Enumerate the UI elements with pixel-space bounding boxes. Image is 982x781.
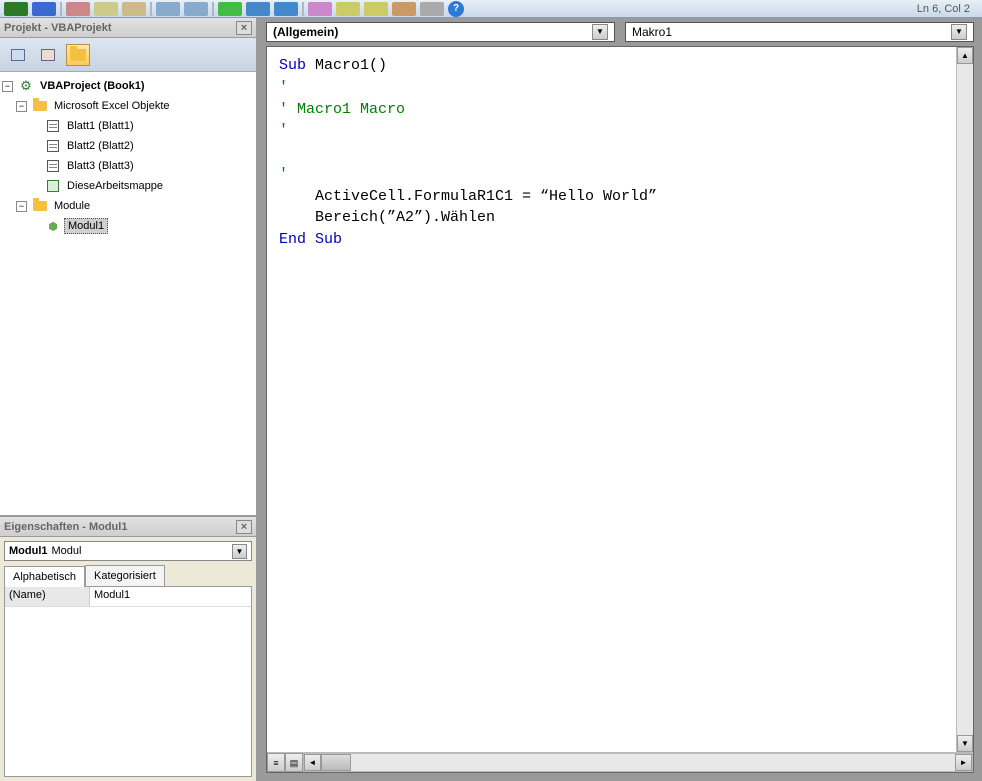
tree-folder-modules[interactable]: − Module	[2, 196, 254, 216]
redo-icon[interactable]	[184, 2, 208, 16]
tree-sheet[interactable]: Blatt1 (Blatt1)	[2, 116, 254, 136]
procedure-combo[interactable]: Makro1 ▼	[625, 22, 974, 42]
props-pane-title: Eigenschaften - Modul1 ×	[0, 517, 256, 537]
run-icon[interactable]	[218, 2, 242, 16]
main-toolbar: ? Ln 6, Col 2	[0, 0, 982, 18]
save-icon[interactable]	[32, 2, 56, 16]
view-object-button[interactable]	[36, 44, 60, 66]
copy-icon[interactable]	[94, 2, 118, 16]
props-object-type: Modul	[52, 545, 82, 557]
props-grid[interactable]: (Name) Modul1	[4, 586, 252, 777]
tree-sheet-label: Blatt3 (Blatt3)	[64, 159, 137, 173]
undo-icon[interactable]	[156, 2, 180, 16]
scroll-right-icon[interactable]: ►	[955, 754, 972, 771]
browser-icon[interactable]	[392, 2, 416, 16]
scroll-up-icon[interactable]: ▲	[957, 47, 973, 64]
folder-icon	[32, 99, 48, 113]
tab-alphabetic[interactable]: Alphabetisch	[4, 566, 85, 587]
worksheet-icon	[45, 159, 61, 173]
tree-sheet-label: Blatt1 (Blatt1)	[64, 119, 137, 133]
code-editor: Sub Macro1() ' ' Macro1 Macro ' ' Active…	[266, 46, 974, 773]
explorer-icon[interactable]	[336, 2, 360, 16]
tree-module-label: Modul1	[64, 218, 108, 234]
view-code-button[interactable]	[6, 44, 30, 66]
help-icon[interactable]: ?	[448, 1, 464, 17]
toggle-folders-button[interactable]	[66, 44, 90, 66]
excel-icon[interactable]	[4, 2, 28, 16]
collapse-icon[interactable]: −	[16, 101, 27, 112]
tree-root[interactable]: − ⚙ VBAProject (Book1)	[2, 76, 254, 96]
toolbox-icon[interactable]	[420, 2, 444, 16]
project-pane-title: Projekt - VBAProjekt ×	[0, 18, 256, 38]
collapse-icon[interactable]: −	[2, 81, 13, 92]
object-combo[interactable]: (Allgemein) ▼	[266, 22, 615, 42]
chevron-down-icon[interactable]: ▼	[232, 544, 247, 559]
props-value[interactable]: Modul1	[90, 587, 251, 606]
code-footer: ≡ ▤ ◄ ►	[267, 752, 973, 772]
toolbar-sep	[212, 2, 214, 16]
tree-sheet[interactable]: Blatt2 (Blatt2)	[2, 136, 254, 156]
chevron-down-icon[interactable]: ▼	[951, 24, 967, 40]
tree-workbook[interactable]: DieseArbeitsmappe	[2, 176, 254, 196]
scroll-down-icon[interactable]: ▼	[957, 735, 973, 752]
tab-categorized[interactable]: Kategorisiert	[85, 565, 165, 586]
code-text-area[interactable]: Sub Macro1() ' ' Macro1 Macro ' ' Active…	[267, 47, 956, 752]
design-icon[interactable]	[308, 2, 332, 16]
tree-workbook-label: DieseArbeitsmappe	[64, 179, 166, 193]
scroll-thumb[interactable]	[321, 754, 351, 771]
procedure-combo-value: Makro1	[632, 25, 672, 39]
full-module-view-button[interactable]: ▤	[285, 753, 303, 772]
close-icon[interactable]: ×	[236, 520, 252, 534]
project-tree[interactable]: − ⚙ VBAProject (Book1) − Microsoft Excel…	[0, 72, 256, 515]
folder-icon	[32, 199, 48, 213]
break-icon[interactable]	[246, 2, 270, 16]
props-object-name: Modul1	[9, 545, 48, 557]
props-row[interactable]: (Name) Modul1	[5, 587, 251, 607]
props-icon[interactable]	[364, 2, 388, 16]
project-explorer-pane: Projekt - VBAProjekt × − ⚙ VBAProject (B…	[0, 18, 256, 515]
project-pane-title-text: Projekt - VBAProjekt	[4, 22, 112, 34]
tree-folder-label: Microsoft Excel Objekte	[51, 99, 173, 113]
worksheet-icon	[45, 119, 61, 133]
object-combo-value: (Allgemein)	[273, 25, 338, 39]
tree-sheet[interactable]: Blatt3 (Blatt3)	[2, 156, 254, 176]
collapse-icon[interactable]: −	[16, 201, 27, 212]
props-key: (Name)	[5, 587, 90, 606]
worksheet-icon	[45, 139, 61, 153]
project-icon: ⚙	[18, 79, 34, 93]
cut-icon[interactable]	[66, 2, 90, 16]
props-pane-title-text: Eigenschaften - Modul1	[4, 521, 127, 533]
tree-folder-objects[interactable]: − Microsoft Excel Objekte	[2, 96, 254, 116]
horizontal-scrollbar[interactable]: ◄ ►	[303, 753, 973, 772]
properties-pane: Eigenschaften - Modul1 × Modul1 Modul ▼ …	[0, 515, 256, 781]
toolbar-sep	[150, 2, 152, 16]
scroll-left-icon[interactable]: ◄	[304, 754, 321, 771]
procedure-view-button[interactable]: ≡	[267, 753, 285, 772]
close-icon[interactable]: ×	[236, 21, 252, 35]
cursor-position: Ln 6, Col 2	[917, 3, 978, 15]
vertical-scrollbar[interactable]: ▲ ▼	[956, 47, 973, 752]
workbook-icon	[45, 179, 61, 193]
tree-root-label: VBAProject (Book1)	[37, 79, 148, 93]
tree-sheet-label: Blatt2 (Blatt2)	[64, 139, 137, 153]
code-header: (Allgemein) ▼ Makro1 ▼	[258, 18, 982, 46]
toolbar-sep	[60, 2, 62, 16]
toolbar-sep	[302, 2, 304, 16]
props-tabs: Alphabetisch Kategorisiert	[4, 565, 252, 586]
chevron-down-icon[interactable]: ▼	[592, 24, 608, 40]
module-icon: ⬢	[45, 219, 61, 233]
props-object-selector[interactable]: Modul1 Modul ▼	[4, 541, 252, 561]
tree-module[interactable]: ⬢ Modul1	[2, 216, 254, 236]
paste-icon[interactable]	[122, 2, 146, 16]
tree-folder-label: Module	[51, 199, 93, 213]
reset-icon[interactable]	[274, 2, 298, 16]
explorer-toolbar	[0, 38, 256, 72]
